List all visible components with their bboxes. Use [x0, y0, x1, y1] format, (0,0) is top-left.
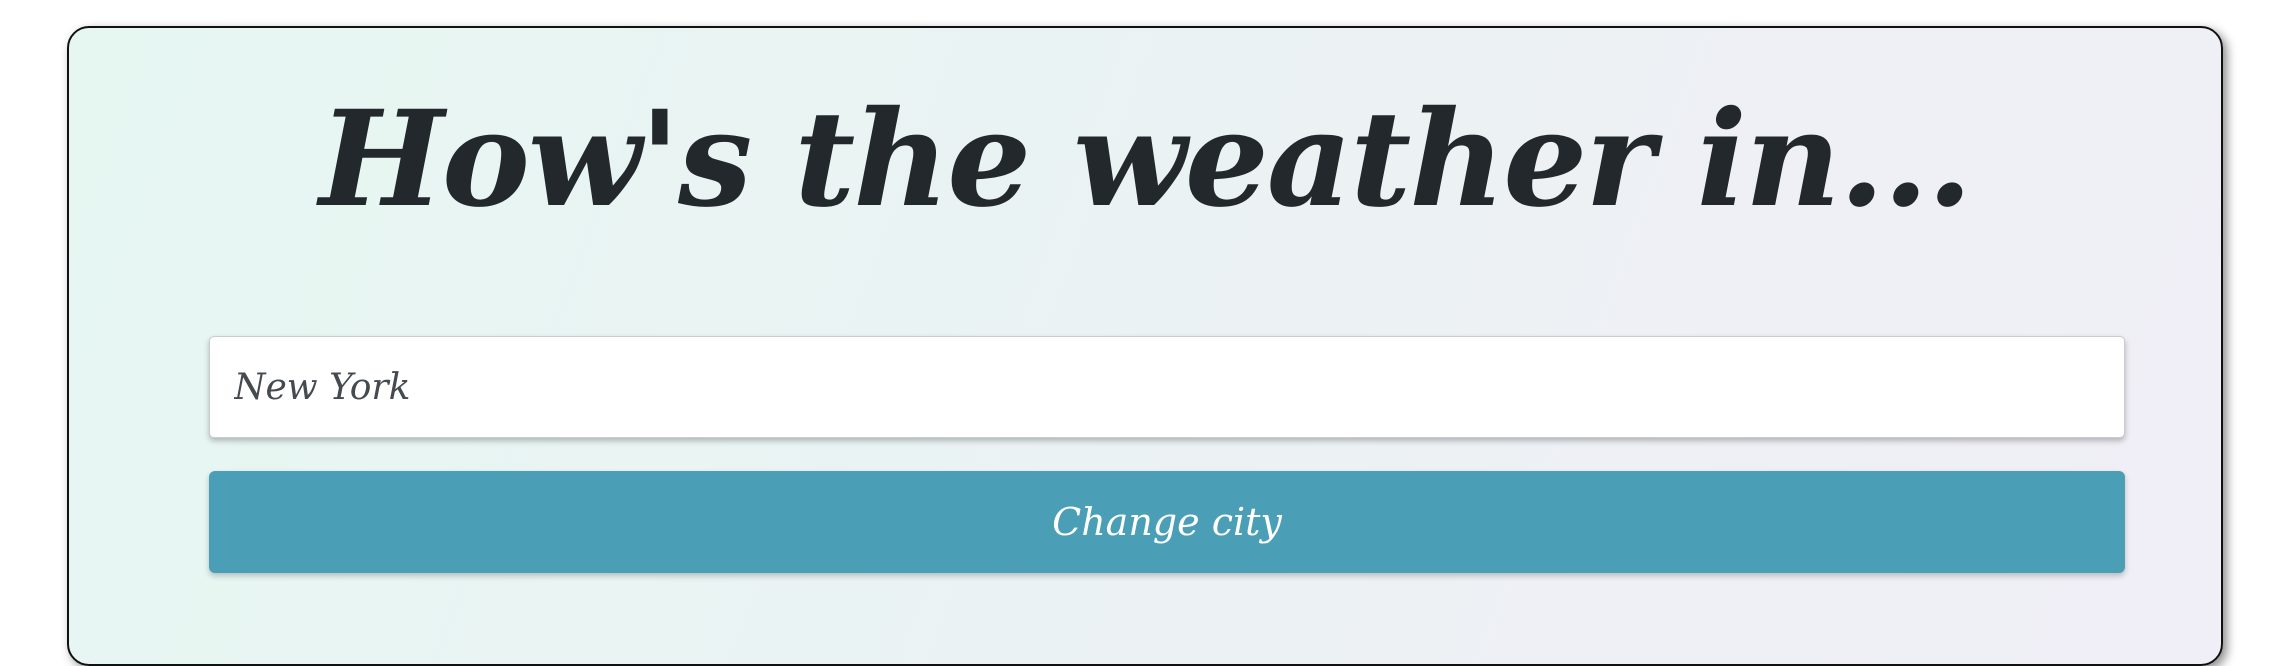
change-city-button[interactable]: Change city: [209, 471, 2125, 573]
page-title: How's the weather in...: [319, 82, 1973, 237]
city-input[interactable]: [209, 336, 2125, 438]
weather-card: How's the weather in... Change city: [67, 26, 2223, 666]
